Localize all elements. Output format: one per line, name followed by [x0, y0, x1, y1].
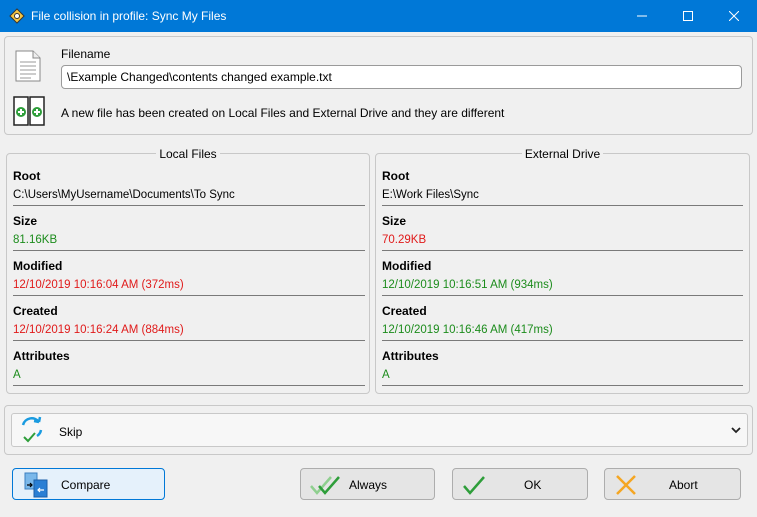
window-title: File collision in profile: Sync My Files — [31, 9, 227, 23]
external-root-value: E:\Work Files\Sync — [382, 189, 743, 206]
local-modified-label: Modified — [13, 259, 63, 273]
filename-label: Filename — [61, 47, 111, 61]
local-files-title: Local Files — [156, 147, 220, 161]
always-button[interactable]: Always — [300, 468, 435, 500]
external-modified-label: Modified — [382, 259, 432, 273]
local-size-label: Size — [13, 214, 38, 228]
compare-files-icon — [24, 472, 48, 498]
abort-button[interactable]: Abort — [604, 468, 741, 500]
close-icon — [729, 11, 739, 21]
local-root-label: Root — [13, 169, 41, 183]
external-drive-group: External Drive Root E:\Work Files\Sync S… — [375, 147, 750, 394]
maximize-icon — [683, 11, 693, 21]
local-size-value: 81.16KB — [13, 234, 365, 251]
always-button-label: Always — [349, 478, 388, 492]
maximize-button[interactable] — [665, 0, 711, 32]
external-size-label: Size — [382, 214, 407, 228]
local-files-group: Local Files Root C:\Users\MyUsername\Doc… — [6, 147, 370, 394]
dialog-body: Filename \Example Changed\contents chang… — [0, 32, 757, 517]
action-select[interactable]: Skip — [11, 413, 748, 447]
compare-button[interactable]: Compare — [12, 468, 165, 500]
local-root-value: C:\Users\MyUsername\Documents\To Sync — [13, 189, 365, 206]
compare-button-label: Compare — [61, 478, 111, 492]
action-selected-label: Skip — [59, 425, 83, 439]
external-attributes-value: A — [382, 369, 743, 386]
ok-button[interactable]: OK — [452, 468, 588, 500]
abort-x-icon — [616, 475, 636, 495]
file-info-panel: Filename \Example Changed\contents chang… — [4, 36, 753, 135]
local-modified-value: 12/10/2019 10:16:04 AM (372ms) — [13, 279, 365, 296]
external-root-label: Root — [382, 169, 410, 183]
two-new-files-icon — [13, 96, 45, 126]
external-created-value: 12/10/2019 10:16:46 AM (417ms) — [382, 324, 743, 341]
title-bar: File collision in profile: Sync My Files — [0, 0, 757, 32]
external-size-value: 70.29KB — [382, 234, 743, 251]
minimize-button[interactable] — [619, 0, 665, 32]
check-icon — [463, 476, 485, 495]
action-panel: Skip — [4, 405, 753, 455]
gear-diamond-icon — [9, 8, 25, 24]
abort-button-label: Abort — [669, 478, 698, 492]
chevron-down-icon — [731, 427, 741, 434]
external-modified-value: 12/10/2019 10:16:51 AM (934ms) — [382, 279, 743, 296]
external-created-label: Created — [382, 304, 427, 318]
external-drive-title: External Drive — [521, 147, 604, 161]
collision-message: A new file has been created on Local Fil… — [61, 106, 505, 120]
local-created-value: 12/10/2019 10:16:24 AM (884ms) — [13, 324, 365, 341]
external-attributes-label: Attributes — [382, 349, 439, 363]
document-icon — [15, 50, 41, 82]
local-created-label: Created — [13, 304, 58, 318]
ok-button-label: OK — [524, 478, 542, 492]
filename-field[interactable]: \Example Changed\contents changed exampl… — [61, 65, 742, 89]
double-check-icon — [310, 476, 340, 495]
minimize-icon — [637, 15, 647, 17]
local-attributes-label: Attributes — [13, 349, 70, 363]
local-attributes-value: A — [13, 369, 365, 386]
close-button[interactable] — [711, 0, 757, 32]
skip-sync-icon — [21, 416, 43, 443]
